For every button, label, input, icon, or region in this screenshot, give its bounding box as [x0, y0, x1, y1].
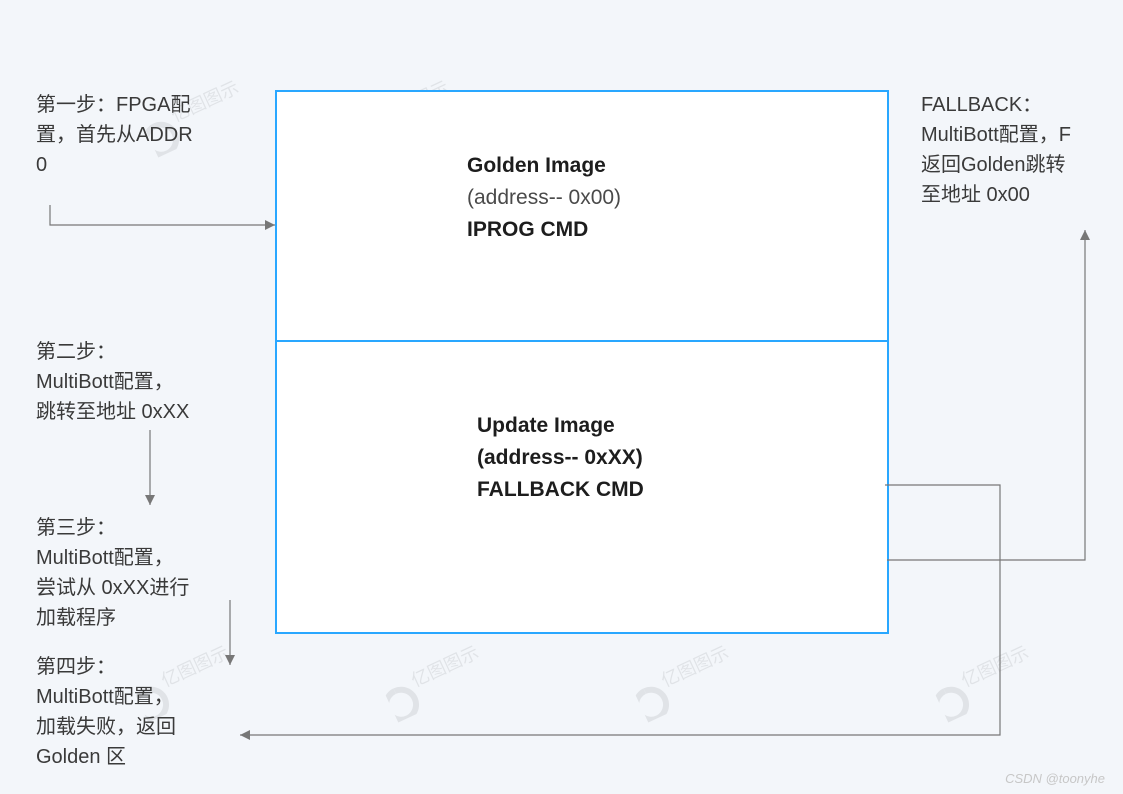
step-4-line: MultiBott配置， [36, 682, 246, 712]
update-title: Update Image [477, 410, 887, 442]
step-4: 第四步： MultiBott配置， 加载失败，返回 Golden 区 [36, 652, 246, 772]
svg-text:亿图图示: 亿图图示 [958, 642, 1032, 691]
golden-address: (address-- 0x00) [467, 182, 887, 214]
golden-title: Golden Image [467, 150, 887, 182]
step-1-line: 第一步：FPGA配 [36, 90, 236, 120]
credit-label: CSDN @toonyhe [1005, 771, 1105, 786]
step-2-line: 跳转至地址 0xXX [36, 397, 236, 427]
step-4-line: Golden 区 [36, 742, 246, 772]
fallback-line: FALLBACK： [921, 90, 1111, 120]
fallback-label: FALLBACK： MultiBott配置，F 返回Golden跳转 至地址 0… [921, 90, 1111, 210]
step-1: 第一步：FPGA配 置，首先从ADDR 0 [36, 90, 236, 180]
step-4-line: 加载失败，返回 [36, 712, 246, 742]
step-2-line: MultiBott配置， [36, 367, 236, 397]
step-3-line: 加载程序 [36, 603, 236, 633]
fallback-line: MultiBott配置，F [921, 120, 1111, 150]
update-cmd: FALLBACK CMD [477, 474, 887, 506]
step-1-line: 0 [36, 150, 236, 180]
step-3-line: 第三步： [36, 513, 236, 543]
fallback-line: 返回Golden跳转 [921, 150, 1111, 180]
golden-cmd: IPROG CMD [467, 214, 887, 246]
fallback-line: 至地址 0x00 [921, 180, 1111, 210]
step-2: 第二步： MultiBott配置， 跳转至地址 0xXX [36, 337, 236, 427]
step-2-line: 第二步： [36, 337, 236, 367]
update-address: (address-- 0xXX) [477, 442, 887, 474]
step-4-line: 第四步： [36, 652, 246, 682]
step-3-line: 尝试从 0xXX进行 [36, 573, 236, 603]
step-3: 第三步： MultiBott配置， 尝试从 0xXX进行 加载程序 [36, 513, 236, 633]
golden-image-box: Golden Image (address-- 0x00) IPROG CMD [275, 90, 889, 344]
svg-text:亿图图示: 亿图图示 [408, 642, 482, 691]
step-3-line: MultiBott配置， [36, 543, 236, 573]
svg-text:亿图图示: 亿图图示 [658, 642, 732, 691]
step-1-line: 置，首先从ADDR [36, 120, 236, 150]
update-image-box: Update Image (address-- 0xXX) FALLBACK C… [275, 340, 889, 634]
